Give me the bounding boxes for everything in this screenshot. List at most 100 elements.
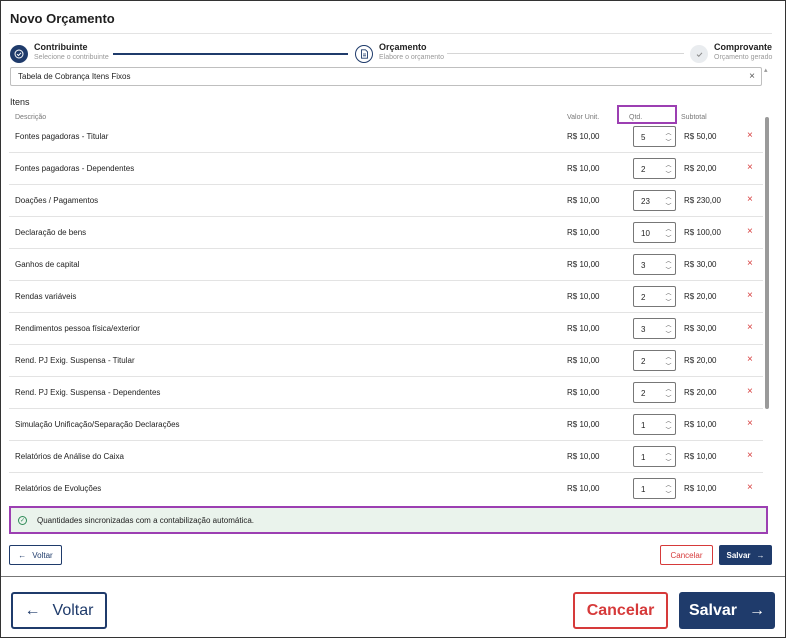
delete-icon[interactable]: × (747, 290, 753, 301)
delete-icon[interactable]: × (747, 162, 753, 173)
item-description: Simulação Unificação/Separação Declaraçõ… (15, 420, 180, 429)
table-row: Rend. PJ Exig. Suspensa - Dependentes R$… (9, 377, 763, 409)
chevron-down-icon[interactable]: ﹀ (665, 137, 671, 146)
cancelar-button[interactable]: Cancelar (573, 592, 668, 629)
voltar-button-small[interactable]: ← Voltar (9, 545, 62, 565)
chevron-down-icon[interactable]: ﹀ (665, 233, 671, 242)
tabela-select[interactable]: Tabela de Cobrança Itens Fixos × (10, 67, 762, 86)
quantity-stepper[interactable]: 3 ︿ ﹀ (633, 254, 676, 275)
step-comprovante[interactable]: Comprovante Orçamento gerado (690, 42, 772, 63)
item-subtotal: R$ 230,00 (684, 196, 721, 205)
step-sub: Selecione o contribuinte (34, 54, 109, 61)
item-subtotal: R$ 20,00 (684, 292, 717, 301)
delete-icon[interactable]: × (747, 354, 753, 365)
chevron-up-icon[interactable]: ︿ (665, 352, 671, 361)
quantity-stepper[interactable]: 10 ︿ ﹀ (633, 222, 676, 243)
item-subtotal: R$ 10,00 (684, 420, 717, 429)
quantity-stepper[interactable]: 3 ︿ ﹀ (633, 318, 676, 339)
chevron-up-icon[interactable]: ︿ (665, 320, 671, 329)
voltar-button[interactable]: ← Voltar (11, 592, 107, 629)
salvar-button[interactable]: Salvar → (679, 592, 775, 629)
check-circle-icon: ✓ (18, 515, 27, 525)
delete-icon[interactable]: × (747, 130, 753, 141)
check-circle-icon (10, 45, 28, 63)
table-row: Rendimentos pessoa física/exterior R$ 10… (9, 313, 763, 345)
chevron-down-icon[interactable]: ﹀ (665, 297, 671, 306)
quantity-stepper[interactable]: 2 ︿ ﹀ (633, 158, 676, 179)
chevron-down-icon[interactable]: ﹀ (665, 329, 671, 338)
quantity-stepper[interactable]: 1 ︿ ﹀ (633, 478, 676, 499)
quantity-stepper[interactable]: 2 ︿ ﹀ (633, 382, 676, 403)
step-label: Comprovante (714, 42, 773, 52)
step-contribuinte[interactable]: Contribuinte Selecione o contribuinte (10, 42, 109, 63)
cancelar-button-small[interactable]: Cancelar (660, 545, 713, 565)
chevron-up-icon[interactable]: ︿ (665, 480, 671, 489)
delete-icon[interactable]: × (747, 194, 753, 205)
chevron-up-icon[interactable]: ︿ (665, 160, 671, 169)
chevron-up-icon[interactable]: ︿ (665, 128, 671, 137)
item-unit-price: R$ 10,00 (567, 324, 600, 333)
step-connector (447, 53, 684, 54)
chevron-down-icon[interactable]: ﹀ (665, 169, 671, 178)
item-subtotal: R$ 50,00 (684, 132, 717, 141)
delete-icon[interactable]: × (747, 226, 753, 237)
chevron-down-icon[interactable]: ﹀ (665, 393, 671, 402)
document-icon (355, 45, 373, 63)
chevron-down-icon[interactable]: ﹀ (665, 361, 671, 370)
quantity-value: 2 (641, 165, 646, 174)
item-subtotal: R$ 100,00 (684, 228, 721, 237)
table-row: Ganhos de capital R$ 10,00 3 ︿ ﹀ R$ 30,00 … (9, 249, 763, 281)
quantity-stepper[interactable]: 2 ︿ ﹀ (633, 350, 676, 371)
check-icon (690, 45, 708, 63)
step-orcamento[interactable]: Orçamento Elabore o orçamento (355, 42, 444, 63)
page-title: Novo Orçamento (10, 11, 115, 26)
chevron-down-icon[interactable]: ﹀ (665, 265, 671, 274)
item-description: Fontes pagadoras - Titular (15, 132, 109, 141)
step-label: Orçamento (379, 42, 427, 52)
quantity-stepper[interactable]: 1 ︿ ﹀ (633, 414, 676, 435)
item-unit-price: R$ 10,00 (567, 132, 600, 141)
item-unit-price: R$ 10,00 (567, 388, 600, 397)
arrow-right-icon: → (756, 550, 765, 560)
delete-icon[interactable]: × (747, 450, 753, 461)
salvar-label: Salvar (688, 601, 738, 619)
title-divider (9, 33, 772, 34)
chevron-up-icon[interactable]: ︿ (665, 192, 671, 201)
delete-icon[interactable]: × (747, 258, 753, 269)
chevron-down-icon[interactable]: ﹀ (665, 489, 671, 498)
chevron-up-icon[interactable]: ︿ (665, 416, 671, 425)
chevron-up-icon[interactable]: ︿ (665, 256, 671, 265)
chevron-up-icon[interactable]: ︿ (665, 448, 671, 457)
quantity-value: 2 (641, 389, 646, 398)
chevron-up-icon[interactable]: ︿ (665, 224, 671, 233)
table-scrollbar[interactable] (765, 117, 769, 409)
voltar-label: Voltar (52, 601, 94, 619)
sync-notice-text: Quantidades sincronizadas com a contabil… (37, 515, 255, 525)
delete-icon[interactable]: × (747, 418, 753, 429)
chevron-up-icon[interactable]: ︿ (665, 384, 671, 393)
quantity-stepper[interactable]: 5 ︿ ﹀ (633, 126, 676, 147)
quantity-stepper[interactable]: 23 ︿ ﹀ (633, 190, 676, 211)
quantity-value: 3 (641, 325, 646, 334)
select-value: Tabela de Cobrança Itens Fixos (18, 72, 131, 81)
chevron-up-icon[interactable]: ︿ (665, 288, 671, 297)
delete-icon[interactable]: × (747, 322, 753, 333)
item-description: Relatórios de Análise do Caixa (15, 452, 124, 461)
step-connector (113, 53, 348, 55)
cancelar-label: Cancelar (670, 550, 703, 560)
chevron-down-icon[interactable]: ﹀ (665, 457, 671, 466)
clear-icon[interactable]: × (749, 71, 755, 82)
salvar-button-small[interactable]: Salvar → (719, 545, 772, 565)
quantity-stepper[interactable]: 2 ︿ ﹀ (633, 286, 676, 307)
caret-up-icon[interactable]: ▴ (764, 66, 768, 74)
delete-icon[interactable]: × (747, 386, 753, 397)
chevron-down-icon[interactable]: ﹀ (665, 425, 671, 434)
quantity-value: 23 (641, 197, 650, 206)
section-divider (1, 576, 785, 577)
table-row: Fontes pagadoras - Dependentes R$ 10,00 … (9, 153, 763, 185)
quantity-stepper[interactable]: 1 ︿ ﹀ (633, 446, 676, 467)
table-row: Declaração de bens R$ 10,00 10 ︿ ﹀ R$ 100,… (9, 217, 763, 249)
delete-icon[interactable]: × (747, 482, 753, 493)
chevron-down-icon[interactable]: ﹀ (665, 201, 671, 210)
item-subtotal: R$ 10,00 (684, 484, 717, 493)
